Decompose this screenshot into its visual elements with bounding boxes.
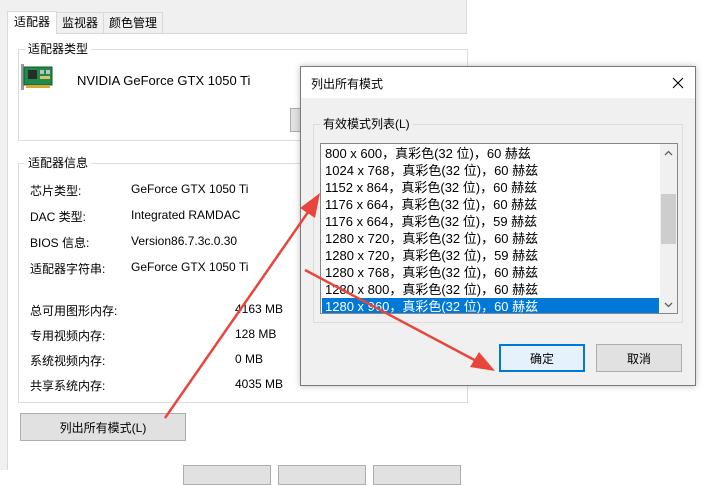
list-all-modes-button[interactable]: 列出所有模式(L) [20, 413, 186, 441]
adapter-info-title: 适配器信息 [25, 156, 92, 170]
valid-modes-title: 有效模式列表(L) [320, 117, 413, 131]
bottom-button-partial-2[interactable] [278, 465, 366, 485]
memory-label: 共享系统内存: [30, 379, 106, 393]
info-value: Integrated RAMDAC [131, 208, 241, 222]
bottom-button-partial-3[interactable] [373, 465, 461, 485]
memory-value: 4035 MB [235, 377, 284, 391]
bottom-button-partial-1[interactable] [183, 465, 271, 485]
mode-list-item-selected[interactable]: 1280 x 960，真彩色(32 位)，60 赫兹 [322, 298, 659, 313]
mode-list-item[interactable]: 1280 x 800，真彩色(32 位)，60 赫兹 [322, 281, 659, 298]
mode-listbox[interactable]: 800 x 600，真彩色(32 位)，60 赫兹 1024 x 768，真彩色… [320, 143, 678, 314]
memory-label: 总可用图形内存: [30, 304, 118, 318]
mode-list-scrollbar[interactable] [660, 144, 677, 313]
memory-label: 系统视频内存: [30, 354, 106, 368]
memory-value: 0 MB [235, 352, 264, 366]
info-value: GeForce GTX 1050 Ti [131, 182, 249, 196]
info-label: BIOS 信息: [30, 236, 90, 250]
mode-list-item[interactable]: 1280 x 720，真彩色(32 位)，59 赫兹 [322, 247, 659, 264]
adapter-name: NVIDIA GeForce GTX 1050 Ti [77, 73, 251, 88]
info-label: 适配器字符串: [30, 262, 106, 276]
cancel-button[interactable]: 取消 [596, 344, 682, 372]
close-button[interactable] [661, 67, 695, 98]
info-value: Version86.7.3c.0.30 [131, 234, 238, 248]
ok-button[interactable]: 确定 [499, 344, 585, 372]
graphics-card-icon [21, 64, 53, 90]
adapter-type-title: 适配器类型 [25, 42, 92, 56]
close-icon [672, 77, 684, 88]
dialog-titlebar[interactable]: 列出所有模式 [301, 67, 695, 98]
dialog-title: 列出所有模式 [311, 77, 384, 91]
chevron-up-icon [664, 150, 673, 155]
scroll-up-button[interactable] [660, 144, 677, 161]
tab-color-management[interactable]: 颜色管理 [104, 12, 164, 33]
scrollbar-thumb[interactable] [661, 194, 676, 244]
mode-list-item[interactable]: 1280 x 720，真彩色(32 位)，60 赫兹 [322, 230, 659, 247]
mode-list-item[interactable]: 1176 x 664，真彩色(32 位)，60 赫兹 [322, 196, 659, 213]
mode-list-item[interactable]: 1024 x 768，真彩色(32 位)，60 赫兹 [322, 162, 659, 179]
mode-list-item[interactable]: 1280 x 768，真彩色(32 位)，60 赫兹 [322, 264, 659, 281]
tab-adapter[interactable]: 适配器 [7, 11, 58, 34]
memory-value: 4163 MB [235, 302, 284, 316]
mode-list-item[interactable]: 800 x 600，真彩色(32 位)，60 赫兹 [322, 145, 659, 162]
mode-list-item[interactable]: 1176 x 664，真彩色(32 位)，59 赫兹 [322, 213, 659, 230]
memory-value: 128 MB [235, 327, 277, 341]
memory-label: 专用视频内存: [30, 329, 106, 343]
scroll-down-button[interactable] [660, 296, 677, 313]
list-all-modes-dialog: 列出所有模式 有效模式列表(L) 800 x 600，真彩色(32 位)，60 … [300, 66, 696, 386]
tab-monitor[interactable]: 监视器 [57, 12, 105, 33]
info-value: GeForce GTX 1050 Ti [131, 260, 249, 274]
tab-strip: 适配器 监视器 颜色管理 [7, 11, 164, 34]
chevron-down-icon [664, 302, 673, 307]
info-label: DAC 类型: [30, 210, 87, 224]
info-label: 芯片类型: [30, 184, 82, 198]
mode-list-item[interactable]: 1152 x 864，真彩色(32 位)，60 赫兹 [322, 179, 659, 196]
